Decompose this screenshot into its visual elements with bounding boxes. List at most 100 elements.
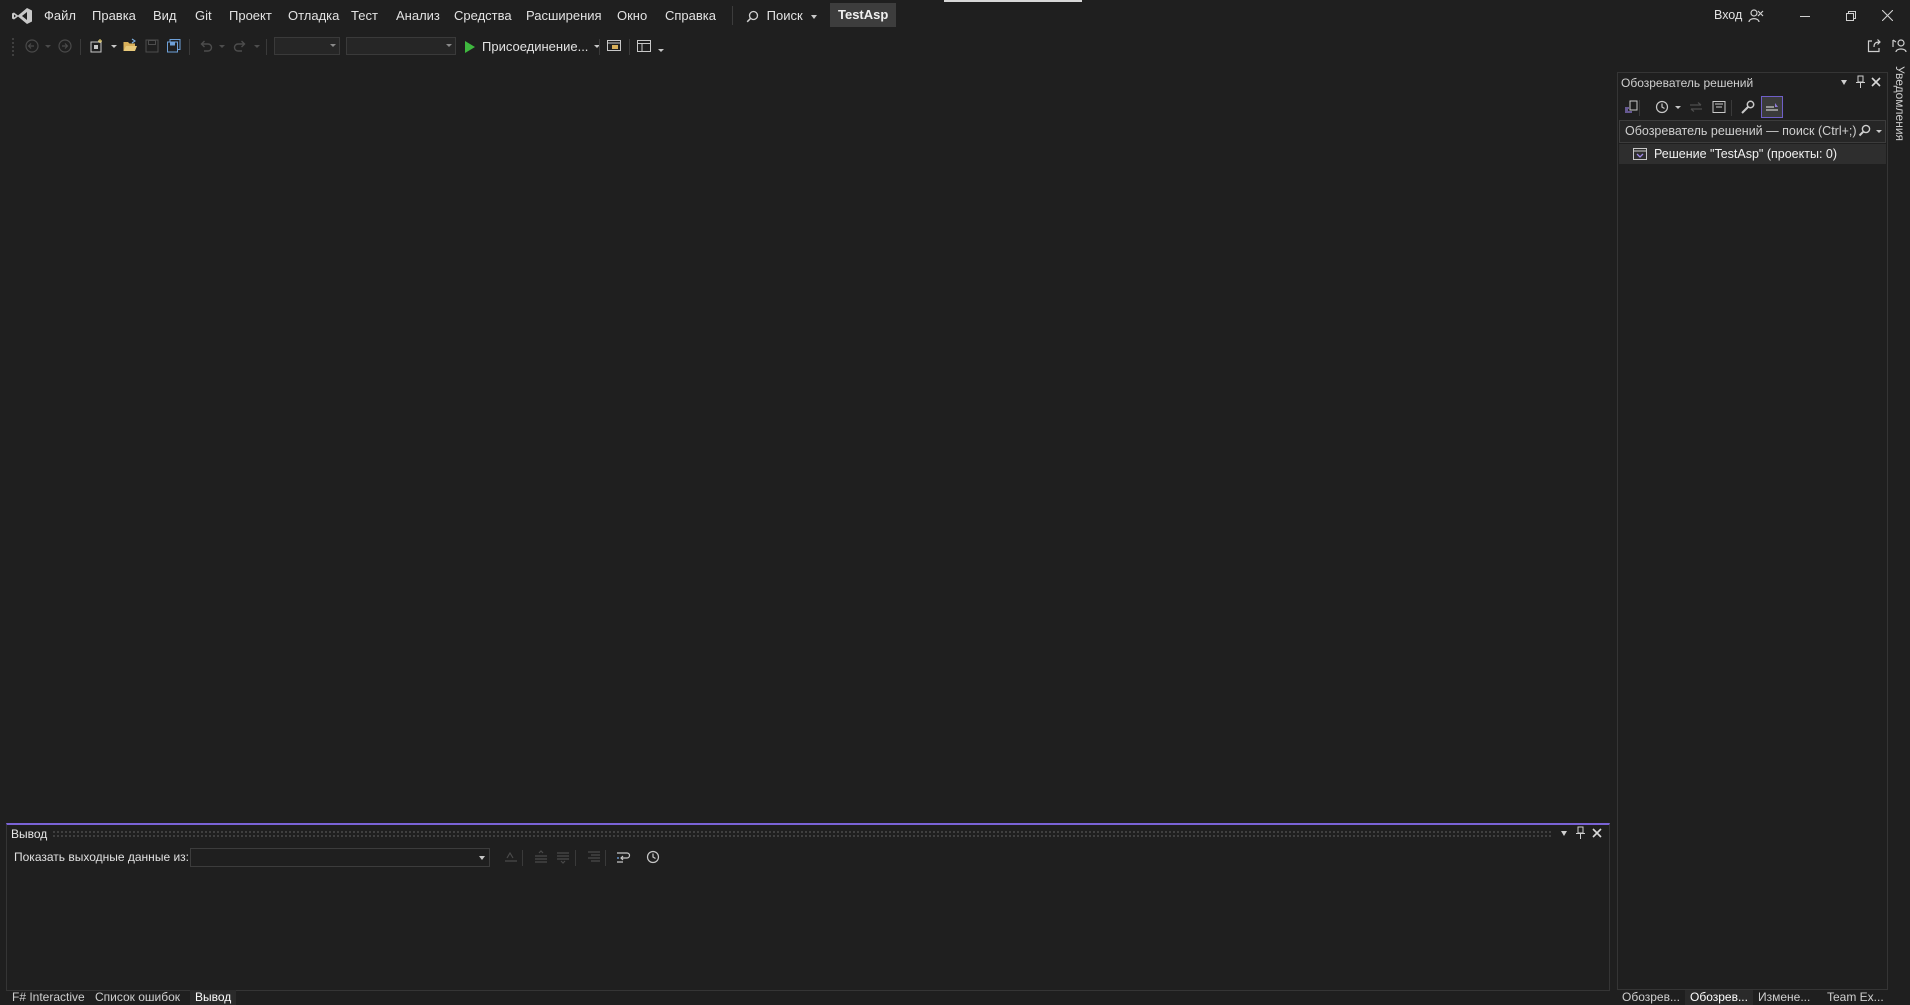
solution-platform-dropdown[interactable] bbox=[346, 37, 456, 55]
previous-message-icon bbox=[535, 850, 547, 863]
back-arrow-icon bbox=[25, 39, 39, 53]
next-message-button[interactable] bbox=[553, 847, 573, 867]
search-button[interactable]: Поиск bbox=[742, 5, 821, 26]
bottom-tab[interactable]: Team Ex... bbox=[1822, 990, 1889, 1005]
bottom-tab[interactable]: F# Interactive bbox=[7, 990, 90, 1005]
panel-title-grip[interactable] bbox=[52, 830, 1552, 838]
solution-configuration-dropdown[interactable] bbox=[274, 37, 340, 55]
undo-button[interactable] bbox=[196, 36, 216, 56]
search-placeholder: Обозреватель решений — поиск (Ctrl+;) bbox=[1625, 124, 1857, 138]
feedback-icon[interactable] bbox=[1892, 38, 1908, 54]
menu-item[interactable]: Git bbox=[187, 0, 220, 31]
menu-item[interactable]: Отладка bbox=[280, 0, 347, 31]
toolbar-separator bbox=[1731, 100, 1732, 116]
toolbar-grip[interactable] bbox=[12, 38, 16, 56]
chevron-down-icon[interactable] bbox=[254, 45, 260, 48]
menu-item[interactable]: Правка bbox=[84, 0, 144, 31]
sync-arrows-icon bbox=[1690, 102, 1702, 112]
menu-bar: Файл Правка Вид Git Проект Отладка Тест Анализ С… bbox=[0, 0, 1910, 31]
menu-item[interactable]: Окно bbox=[609, 0, 655, 31]
clear-all-icon bbox=[588, 851, 600, 862]
menu-item[interactable]: Анализ bbox=[388, 0, 448, 31]
menu-item[interactable]: Вид bbox=[145, 0, 185, 31]
switch-views-button[interactable] bbox=[1621, 97, 1641, 117]
menu-item[interactable]: Средства bbox=[446, 0, 520, 31]
show-timestamps-button[interactable] bbox=[643, 847, 663, 867]
close-icon[interactable] bbox=[1871, 77, 1881, 87]
chevron-down-icon bbox=[446, 44, 452, 47]
menu-item[interactable]: Проект bbox=[221, 0, 280, 31]
menu-item[interactable]: Расширения bbox=[518, 0, 610, 31]
sync-with-document-button[interactable] bbox=[1686, 97, 1706, 117]
browser-link-icon bbox=[607, 40, 621, 51]
save-button[interactable] bbox=[142, 36, 162, 56]
toolbar-separator bbox=[605, 850, 606, 866]
minimize-button[interactable] bbox=[1782, 0, 1828, 31]
new-project-button[interactable] bbox=[87, 36, 107, 56]
search-icon[interactable] bbox=[1858, 124, 1871, 137]
solution-explorer-search-input[interactable]: Обозреватель решений — поиск (Ctrl+;) bbox=[1619, 120, 1886, 143]
collapse-all-icon bbox=[1712, 101, 1726, 113]
visual-studio-logo-icon[interactable] bbox=[11, 7, 33, 25]
menu-item[interactable]: Справка bbox=[657, 0, 724, 31]
navigate-back-button[interactable] bbox=[22, 36, 42, 56]
menu-item[interactable]: Тест bbox=[343, 0, 386, 31]
bottom-tab[interactable]: Обозрев... bbox=[1685, 990, 1753, 1005]
collapse-all-button[interactable] bbox=[1709, 97, 1729, 117]
save-all-button[interactable] bbox=[164, 36, 184, 56]
preview-selected-items-button[interactable] bbox=[1761, 96, 1783, 118]
solution-tree-item[interactable]: Решение "TestAsp" (проекты: 0) bbox=[1619, 144, 1886, 164]
previous-message-button[interactable] bbox=[531, 847, 551, 867]
open-file-button[interactable] bbox=[120, 36, 140, 56]
menu-item[interactable]: Файл bbox=[36, 0, 84, 31]
word-wrap-icon bbox=[617, 852, 631, 863]
pin-icon[interactable] bbox=[1575, 826, 1586, 840]
chevron-down-icon[interactable] bbox=[219, 45, 225, 48]
account-icon[interactable] bbox=[1748, 8, 1764, 24]
find-message-in-code-button[interactable] bbox=[501, 847, 521, 867]
go-to-code-icon bbox=[505, 851, 517, 862]
redo-button[interactable] bbox=[230, 36, 250, 56]
panel-menu-chevron-icon[interactable] bbox=[1561, 831, 1567, 836]
output-source-dropdown[interactable] bbox=[190, 848, 490, 867]
play-icon bbox=[464, 40, 476, 54]
menu-separator bbox=[732, 6, 733, 25]
clear-all-button[interactable] bbox=[584, 847, 604, 867]
bottom-tab[interactable]: Измене... bbox=[1753, 990, 1815, 1005]
close-icon bbox=[1881, 10, 1893, 21]
toggle-word-wrap-button[interactable] bbox=[613, 847, 633, 867]
panel-menu-chevron-icon[interactable] bbox=[1841, 80, 1847, 85]
bottom-tab[interactable]: Список ошибок bbox=[90, 990, 185, 1005]
chevron-down-icon bbox=[479, 856, 485, 860]
attach-run-button[interactable]: Присоединение... bbox=[462, 36, 604, 57]
open-folder-icon bbox=[123, 38, 137, 51]
layout-button[interactable] bbox=[634, 36, 654, 56]
switch-views-icon bbox=[1625, 100, 1638, 113]
clock-icon bbox=[646, 850, 660, 864]
forward-arrow-icon bbox=[58, 39, 72, 53]
chevron-down-icon[interactable] bbox=[1675, 106, 1681, 109]
toolbar-separator bbox=[189, 39, 190, 55]
close-button[interactable] bbox=[1864, 0, 1910, 31]
pin-icon[interactable] bbox=[1855, 75, 1866, 89]
notifications-side-tab[interactable]: Уведомления bbox=[1891, 66, 1909, 166]
solution-explorer-panel bbox=[1617, 72, 1888, 990]
live-share-icon[interactable] bbox=[1866, 38, 1882, 54]
chevron-down-icon[interactable] bbox=[111, 45, 117, 48]
toolbar-separator bbox=[575, 850, 576, 866]
bottom-tab[interactable]: Обозрев... bbox=[1617, 990, 1685, 1005]
signin-button[interactable]: Вход bbox=[1714, 0, 1742, 31]
bottom-tab[interactable]: Вывод bbox=[190, 990, 237, 1005]
pending-changes-filter-button[interactable] bbox=[1652, 97, 1672, 117]
close-icon[interactable] bbox=[1592, 828, 1602, 838]
restore-icon bbox=[1846, 10, 1856, 21]
search-icon bbox=[746, 10, 759, 23]
toolbar-overflow-icon[interactable] bbox=[658, 49, 664, 52]
solution-name-badge[interactable]: TestAsp bbox=[830, 3, 897, 27]
chevron-down-icon[interactable] bbox=[45, 45, 51, 48]
browser-link-button[interactable] bbox=[604, 36, 624, 56]
chevron-down-icon[interactable] bbox=[1876, 130, 1882, 133]
standard-toolbar: Присоединение... bbox=[0, 31, 1910, 62]
properties-button[interactable] bbox=[1738, 97, 1758, 117]
navigate-forward-button[interactable] bbox=[55, 36, 75, 56]
